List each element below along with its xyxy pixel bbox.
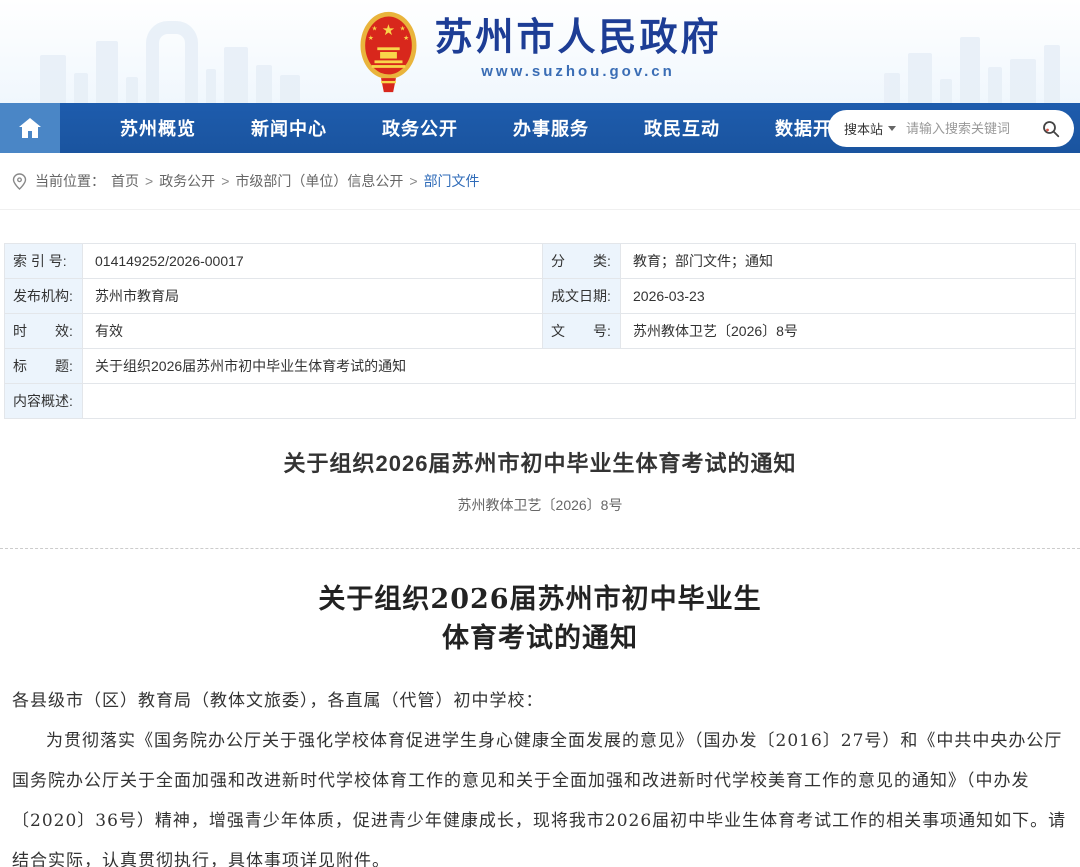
city-skyline-left: [40, 21, 300, 103]
breadcrumb-label: 当前位置：: [35, 171, 105, 191]
home-icon: [18, 117, 42, 139]
breadcrumb: 当前位置： 首页 > 政务公开 > 市级部门（单位）信息公开 > 部门文件: [0, 153, 1080, 210]
search-icon: [1042, 120, 1060, 138]
meta-label-summary: 内容概述:: [5, 384, 83, 419]
search-bar: 搜本站: [828, 110, 1074, 147]
document-number: 苏州教体卫艺〔2026〕8号: [0, 495, 1080, 515]
search-scope-dropdown[interactable]: 搜本站: [844, 119, 896, 138]
meta-label-title: 标 题:: [5, 349, 83, 384]
document-body: 各县级市（区）教育局（教体文旅委），各直属（代管）初中学校： 为贯彻落实《国务院…: [12, 681, 1068, 867]
breadcrumb-gov-affairs[interactable]: 政务公开: [159, 171, 215, 191]
search-input[interactable]: [906, 121, 1042, 136]
chevron-down-icon: [888, 126, 896, 131]
svg-text:★: ★: [368, 35, 374, 42]
table-row: 索 引 号: 014149252/2026-00017 分 类: 教育；部门文件…: [5, 244, 1076, 279]
meta-value-summary: [83, 384, 1076, 419]
breadcrumb-home[interactable]: 首页: [111, 171, 139, 191]
table-row: 发布机构: 苏州市教育局 成文日期: 2026-03-23: [5, 279, 1076, 314]
breadcrumb-dept-disclosure[interactable]: 市级部门（单位）信息公开: [235, 171, 403, 191]
meta-value-category: 教育；部门文件；通知: [621, 244, 1076, 279]
meta-label-validity: 时 效:: [5, 314, 83, 349]
svg-text:★: ★: [403, 35, 409, 42]
location-pin-icon: [12, 173, 27, 190]
nav-items: 苏州概览 新闻中心 政务公开 办事服务 政民互动 数据开放: [120, 103, 851, 153]
nav-item-news[interactable]: 新闻中心: [251, 115, 327, 141]
document-heading: 关于组织2026届苏州市初中毕业生 体育考试的通知: [0, 580, 1080, 658]
dashed-divider: [0, 548, 1080, 549]
site-header: ★ ★ ★ ★ ★ 苏州市人民政府 www.suzhou.gov.cn: [0, 0, 1080, 103]
page-title: 关于组织2026届苏州市初中毕业生体育考试的通知: [0, 446, 1080, 478]
main-navigation: 苏州概览 新闻中心 政务公开 办事服务 政民互动 数据开放 搜本站: [0, 103, 1080, 153]
meta-label-issuer: 发布机构:: [5, 279, 83, 314]
meta-value-index: 014149252/2026-00017: [83, 244, 543, 279]
site-url: www.suzhou.gov.cn: [434, 63, 721, 80]
salutation: 各县级市（区）教育局（教体文旅委），各直属（代管）初中学校：: [12, 681, 1068, 721]
meta-value-date: 2026-03-23: [621, 279, 1076, 314]
meta-label-index: 索 引 号:: [5, 244, 83, 279]
breadcrumb-current[interactable]: 部门文件: [424, 171, 480, 191]
table-row: 时 效: 有效 文 号: 苏州教体卫艺〔2026〕8号: [5, 314, 1076, 349]
document-heading-line1: 关于组织2026届苏州市初中毕业生: [0, 580, 1080, 619]
breadcrumb-separator: >: [409, 173, 417, 189]
meta-value-issuer: 苏州市教育局: [83, 279, 543, 314]
table-row: 标 题: 关于组织2026届苏州市初中毕业生体育考试的通知: [5, 349, 1076, 384]
search-scope-label: 搜本站: [844, 119, 883, 138]
home-button[interactable]: [0, 103, 60, 153]
breadcrumb-separator: >: [145, 173, 153, 189]
svg-text:★: ★: [372, 26, 378, 33]
document-meta-table: 索 引 号: 014149252/2026-00017 分 类: 教育；部门文件…: [4, 243, 1076, 419]
nav-item-interaction[interactable]: 政民互动: [644, 115, 720, 141]
meta-label-doc-number: 文 号:: [543, 314, 621, 349]
svg-text:★: ★: [382, 22, 395, 39]
nav-item-services[interactable]: 办事服务: [513, 115, 589, 141]
meta-value-title: 关于组织2026届苏州市初中毕业生体育考试的通知: [83, 349, 1076, 384]
meta-label-category: 分 类:: [543, 244, 621, 279]
table-row: 内容概述:: [5, 384, 1076, 419]
city-skyline-right: [884, 37, 1060, 103]
search-button[interactable]: [1042, 120, 1060, 138]
national-emblem-logo: ★ ★ ★ ★ ★: [358, 10, 418, 94]
nav-item-gov-affairs[interactable]: 政务公开: [382, 115, 458, 141]
nav-item-overview[interactable]: 苏州概览: [120, 115, 196, 141]
meta-value-validity: 有效: [83, 314, 543, 349]
site-logo-block: ★ ★ ★ ★ ★ 苏州市人民政府 www.suzhou.gov.cn: [358, 10, 721, 94]
meta-label-date: 成文日期:: [543, 279, 621, 314]
svg-text:★: ★: [400, 26, 406, 33]
breadcrumb-separator: >: [221, 173, 229, 189]
body-paragraph: 为贯彻落实《国务院办公厅关于强化学校体育促进学生身心健康全面发展的意见》（国办发…: [12, 721, 1068, 867]
site-title: 苏州市人民政府: [434, 16, 721, 60]
meta-value-doc-number: 苏州教体卫艺〔2026〕8号: [621, 314, 1076, 349]
document-heading-line2: 体育考试的通知: [0, 619, 1080, 658]
